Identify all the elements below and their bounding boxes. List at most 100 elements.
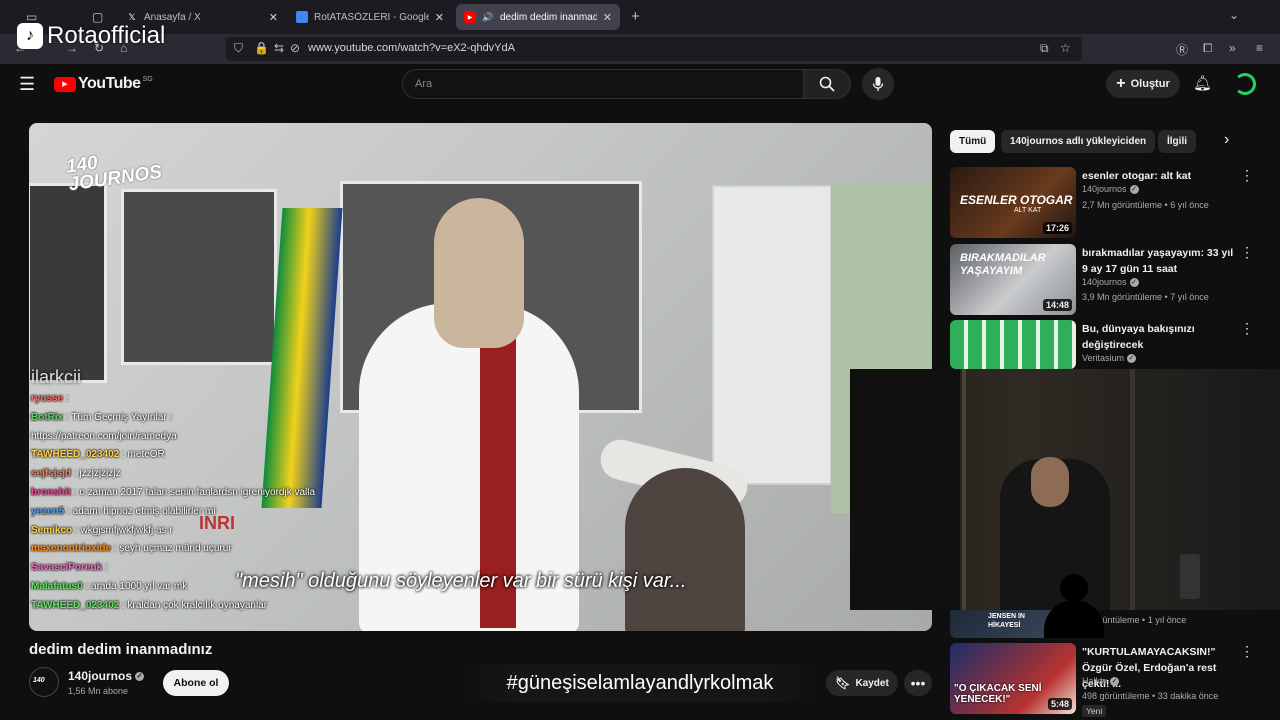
- speaker-icon[interactable]: 🔊: [482, 11, 494, 23]
- extensions-icon[interactable]: ⧠: [1203, 41, 1213, 56]
- close-icon[interactable]: ✕: [269, 11, 278, 24]
- channel-name[interactable]: 140journos ✓: [68, 669, 145, 683]
- chat-text: Tüm Geçmiş Yayınlar :: [71, 411, 173, 423]
- chat-username: Semikco: [31, 524, 73, 536]
- menu-icon[interactable]: ≡: [1256, 41, 1263, 55]
- hamburger-menu-icon[interactable]: ☰: [19, 74, 35, 95]
- pip-icon[interactable]: ⧉: [1040, 41, 1049, 56]
- wall-photo: [29, 183, 107, 383]
- more-vertical-icon[interactable]: ⋮: [1240, 320, 1254, 337]
- chat-message: TAWHEED_023402 : meteOR: [31, 449, 165, 461]
- bottle: [1180, 554, 1200, 599]
- chat-message: https://patreon.com/join/ramedya: [31, 431, 177, 442]
- verified-icon: ✓: [135, 672, 145, 682]
- video-thumbnail[interactable]: "O ÇIKACAK SENİ YENECEK!" 5:48: [950, 643, 1076, 714]
- chat-username: msxenontrioxide: [31, 543, 112, 555]
- chat-message: SavasciPoreuk :: [31, 562, 108, 574]
- save-button[interactable]: 🔖︎ Kaydet: [826, 670, 898, 696]
- video-player[interactable]: INRI 140 JOURNOS ilarkcii ryusse : BotRi…: [29, 123, 932, 631]
- recommendation-item[interactable]: "O ÇIKACAK SENİ YENECEK!" 5:48 "KURTULAM…: [950, 643, 1260, 720]
- video-thumbnail[interactable]: BIRAKMADILAR YAŞAYAYIM 14:48: [950, 244, 1076, 315]
- close-icon[interactable]: ✕: [603, 11, 612, 24]
- chat-username: yezen5: [31, 505, 65, 517]
- verified-icon: ✓: [1129, 185, 1139, 195]
- recommendation-meta: 3,9 Mn görüntüleme • 7 yıl önce: [1082, 292, 1209, 302]
- avatar[interactable]: [1234, 73, 1256, 95]
- permissions-icon[interactable]: ⇆: [274, 41, 284, 55]
- chat-message: msxenontrioxide : şeyh uçmaz mürid uçuru…: [31, 543, 232, 555]
- chevron-right-icon[interactable]: ›: [1224, 131, 1229, 149]
- notifications-bell-icon[interactable]: 🔔︎: [1193, 74, 1212, 92]
- subscriber-count: 1,56 Mn abone: [68, 686, 129, 696]
- subscribe-button[interactable]: Abone ol: [163, 670, 229, 696]
- more-vertical-icon[interactable]: ⋮: [1240, 167, 1254, 184]
- chat-message: TAWHEED_023402 : kraldan çok kralcılık o…: [31, 599, 268, 611]
- search-input[interactable]: Ara: [402, 69, 804, 99]
- shield-icon[interactable]: ⛉: [234, 41, 243, 56]
- lock-icon[interactable]: 🔒: [254, 41, 269, 55]
- chat-username: BotRix: [31, 411, 64, 423]
- recommendation-channel[interactable]: 140journos ✓: [1082, 184, 1139, 195]
- more-vertical-icon[interactable]: ⋮: [1240, 244, 1254, 261]
- tab-youtube[interactable]: ▶ 🔊 dedim dedim inanmadınız - ✕: [456, 4, 620, 30]
- chip-all[interactable]: Tümü: [950, 130, 996, 153]
- verified-icon: ✓: [1127, 354, 1137, 364]
- window-frame: [962, 369, 966, 610]
- chat-message: bronshit : o zaman 2017 falan senin fanl…: [31, 487, 316, 498]
- close-icon[interactable]: ✕: [435, 11, 444, 24]
- more-vertical-icon[interactable]: ⋮: [1240, 643, 1254, 660]
- recommendation-item[interactable]: JENSEN IN HİKAYESİ n görüntüleme • 1 yıl…: [950, 610, 1260, 638]
- search-button[interactable]: [803, 69, 851, 99]
- chip-from-uploader[interactable]: 140journos adlı yükleyiciden: [1001, 130, 1156, 153]
- create-button[interactable]: + Oluştur: [1106, 70, 1180, 98]
- chip-related[interactable]: İlgili: [1158, 130, 1196, 153]
- tab-google-docs[interactable]: RotATASÖZLERİ - Google Doküm ✕: [288, 4, 452, 30]
- address-bar[interactable]: ⛉ 🔒 ⇆ ⊘ www.youtube.com/watch?v=eX2-qhdv…: [226, 37, 1082, 61]
- duration-badge: 14:48: [1042, 299, 1072, 311]
- overflow-chevron-icon[interactable]: »: [1229, 41, 1236, 55]
- chat-text: meteOR: [127, 449, 165, 461]
- bookmark-icon: 🔖︎: [835, 676, 851, 690]
- youtube-play-icon: ▶: [54, 76, 76, 92]
- hashtag-banner: #güneşiselamlayandlyrkolmak: [460, 664, 820, 702]
- recommendation-item[interactable]: ESENLER OTOGAR ALT KAT 17:26 esenler oto…: [950, 167, 1260, 239]
- figure-head: [434, 198, 524, 348]
- channel-avatar[interactable]: 140: [29, 667, 59, 697]
- youtube-logo[interactable]: ▶ YouTube SG: [54, 75, 153, 93]
- more-actions-button[interactable]: •••: [904, 670, 932, 696]
- chat-message: yezen5 : adamı hipnoz etmiş olabilirler …: [31, 505, 216, 517]
- recommendation-title: esenler otogar: alt kat: [1082, 170, 1192, 182]
- kneeling-man: [625, 468, 745, 631]
- blocked-media-icon[interactable]: ⊘: [290, 41, 300, 55]
- recommendation-item[interactable]: BIRAKMADILAR YAŞAYAYIM 14:48 bırakmadıla…: [950, 244, 1260, 316]
- streamer-face: [1031, 457, 1069, 507]
- chat-username: bronshit: [31, 487, 71, 498]
- new-tab-icon[interactable]: +: [631, 8, 640, 25]
- chat-username: Malafatus0: [31, 581, 83, 592]
- chat-text: adamı hipnoz etmiş olabilirler mi: [72, 505, 216, 517]
- streamer-name: ilarkcii: [31, 367, 82, 387]
- chat-text: şeyh uçmaz mürid uçurur: [119, 543, 232, 555]
- tab-list-chevron-icon[interactable]: ⌄: [1229, 8, 1239, 22]
- recommendation-channel[interactable]: Veritasium ✓: [1082, 353, 1137, 364]
- recommendation-channel[interactable]: 140journos ✓: [1082, 277, 1139, 288]
- extension-icon[interactable]: Ⓡ: [1176, 41, 1188, 58]
- webcam-dark-area: [850, 369, 960, 610]
- recommendation-meta: 498 görüntüleme • 33 dakika önce: [1082, 691, 1219, 701]
- chat-username: TAWHEED_023402: [31, 449, 120, 461]
- url-text: www.youtube.com/watch?v=eX2-qhdvYdA: [308, 42, 515, 54]
- verified-icon: ✓: [1110, 677, 1120, 687]
- video-thumbnail[interactable]: [950, 320, 1076, 369]
- window-shutter: [712, 185, 832, 485]
- recommendation-item[interactable]: Bu, dünyaya bakışınızı değiştirecek Veri…: [950, 320, 1260, 369]
- recommendation-title: Bu, dünyaya bakışınızı değiştirecek: [1082, 323, 1195, 351]
- video-thumbnail[interactable]: ESENLER OTOGAR ALT KAT 17:26: [950, 167, 1076, 238]
- chat-message: sejfsjsjd : jzzjzjzjzjz: [31, 468, 121, 480]
- voice-search-button[interactable]: [862, 68, 894, 100]
- duration-badge: 5:48: [1047, 698, 1072, 710]
- wall-photo: [121, 189, 277, 365]
- bookmark-star-icon[interactable]: ☆: [1060, 41, 1071, 55]
- recommendation-channel[interactable]: Halktv ✓: [1082, 676, 1120, 687]
- docs-icon: [296, 11, 308, 23]
- tiktok-watermark: ♪ Rotaofficial: [17, 22, 165, 50]
